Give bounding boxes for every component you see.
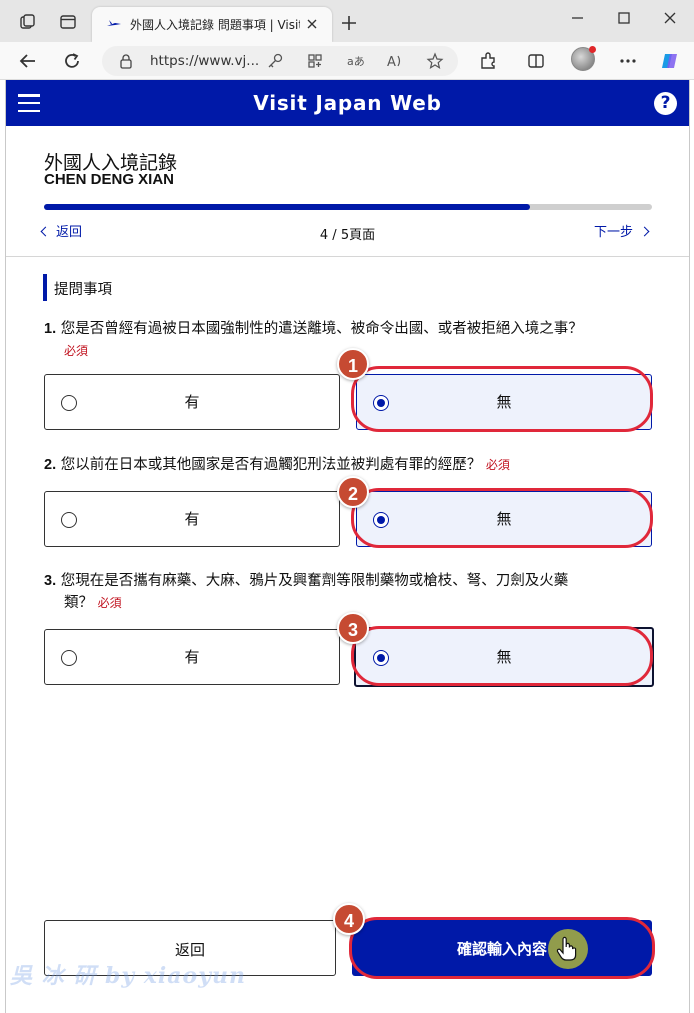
- svg-text:aあ: aあ: [347, 55, 364, 68]
- question-1-option-no[interactable]: 無: [356, 374, 652, 430]
- app-header: Visit Japan Web ?: [6, 80, 689, 126]
- close-tab-icon[interactable]: [304, 16, 320, 32]
- question-3: 3. 您現在是否攜有麻藥、大麻、鴉片及興奮劑等限制藥物或槍枝、弩、刀劍及火藥 類…: [44, 570, 654, 614]
- refresh-icon[interactable]: [62, 51, 82, 71]
- section-title: 提問事項: [54, 282, 112, 298]
- read-aloud-icon[interactable]: A: [386, 52, 404, 70]
- question-3-option-no[interactable]: 無: [354, 627, 654, 687]
- svg-text:A: A: [387, 55, 396, 70]
- key-icon[interactable]: [266, 52, 284, 70]
- progress-fill: [44, 204, 531, 210]
- step-badge-2: 2: [337, 476, 369, 508]
- page-indicator: 4 / 5頁面: [319, 228, 376, 243]
- copilot-icon[interactable]: [660, 51, 680, 71]
- tab-actions-icon[interactable]: [59, 13, 77, 31]
- option-label: 有: [184, 510, 200, 528]
- question-3-option-yes[interactable]: 有: [44, 629, 340, 685]
- extensions-icon[interactable]: [478, 51, 498, 71]
- watermark-logo: 吳 冰 研 by xiaoyun: [10, 963, 246, 989]
- divider: [6, 256, 689, 257]
- back-icon[interactable]: [18, 51, 38, 71]
- lock-icon[interactable]: [118, 53, 134, 69]
- visit-japan-favicon-icon: [107, 20, 121, 26]
- split-screen-icon[interactable]: [526, 51, 546, 71]
- confirm-button-label: 確認輸入內容: [456, 940, 547, 958]
- minimize-icon[interactable]: [568, 8, 588, 28]
- confirm-input-button[interactable]: 確認輸入內容: [352, 920, 652, 976]
- app-title: Visit Japan Web: [253, 91, 442, 115]
- question-3-required: 必須: [97, 596, 122, 610]
- tab-title: 外國人入境記錄 問題事項 | Visit J: [130, 18, 300, 32]
- step-badge-4: 4: [333, 903, 365, 935]
- option-label: 有: [184, 393, 200, 411]
- active-tab[interactable]: 外國人入境記錄 問題事項 | Visit J: [92, 7, 332, 42]
- web-page: Visit Japan Web ? 外國人入境記錄 CHEN DENG XIAN…: [5, 80, 690, 1013]
- question-1-required: 必須: [64, 344, 89, 358]
- next-link[interactable]: 下一步: [594, 221, 650, 240]
- option-label: 有: [184, 648, 200, 666]
- favorite-icon[interactable]: [426, 52, 444, 70]
- browser-tab-strip: 外國人入境記錄 問題事項 | Visit J: [0, 0, 694, 42]
- workspaces-icon[interactable]: [19, 13, 37, 31]
- new-tab-icon[interactable]: [340, 14, 358, 32]
- question-2-option-no[interactable]: 無: [356, 491, 652, 547]
- question-1-text: 您是否曾經有過被日本國強制性的遣送離境、被命令出國、或者被拒絕入境之事？: [60, 321, 583, 337]
- question-2-option-yes[interactable]: 有: [44, 491, 340, 547]
- question-1-option-yes[interactable]: 有: [44, 374, 340, 430]
- option-label: 無: [496, 393, 512, 411]
- hand-cursor-icon: [556, 936, 577, 961]
- section-accent-bar: [43, 274, 47, 301]
- help-icon[interactable]: ?: [654, 92, 677, 115]
- url-text: https://www.vj...: [150, 53, 260, 69]
- notification-dot: [589, 46, 596, 53]
- step-badge-1: 1: [337, 348, 369, 380]
- progress-bar: [44, 204, 652, 210]
- step-badge-3: 3: [337, 612, 369, 644]
- question-2-number: 2.: [44, 457, 57, 473]
- translate-icon[interactable]: aあ: [346, 52, 364, 70]
- app-icon[interactable]: [306, 52, 324, 70]
- close-window-icon[interactable]: [660, 8, 680, 28]
- next-link-label: 下一步: [594, 225, 634, 240]
- maximize-icon[interactable]: [614, 8, 634, 28]
- question-2-required: 必須: [485, 458, 510, 472]
- option-label: 無: [496, 648, 512, 666]
- address-bar[interactable]: https://www.vj... aあ A: [102, 46, 458, 76]
- question-2: 2. 您以前在日本或其他國家是否有過觸犯刑法並被判處有罪的經歷？ 必須: [44, 454, 654, 476]
- traveler-name: CHEN DENG XIAN: [44, 171, 175, 188]
- question-1-number: 1.: [44, 321, 57, 337]
- back-button-label: 返回: [174, 941, 205, 959]
- option-label: 無: [496, 510, 512, 528]
- chevron-right-icon: [639, 226, 650, 237]
- more-icon[interactable]: [618, 51, 638, 71]
- question-3-text-line2: 類？: [64, 595, 93, 611]
- question-3-number: 3.: [44, 573, 57, 589]
- question-3-text-line1: 您現在是否攜有麻藥、大麻、鴉片及興奮劑等限制藥物或槍枝、弩、刀劍及火藥: [60, 573, 569, 589]
- question-2-text: 您以前在日本或其他國家是否有過觸犯刑法並被判處有罪的經歷？: [60, 457, 482, 473]
